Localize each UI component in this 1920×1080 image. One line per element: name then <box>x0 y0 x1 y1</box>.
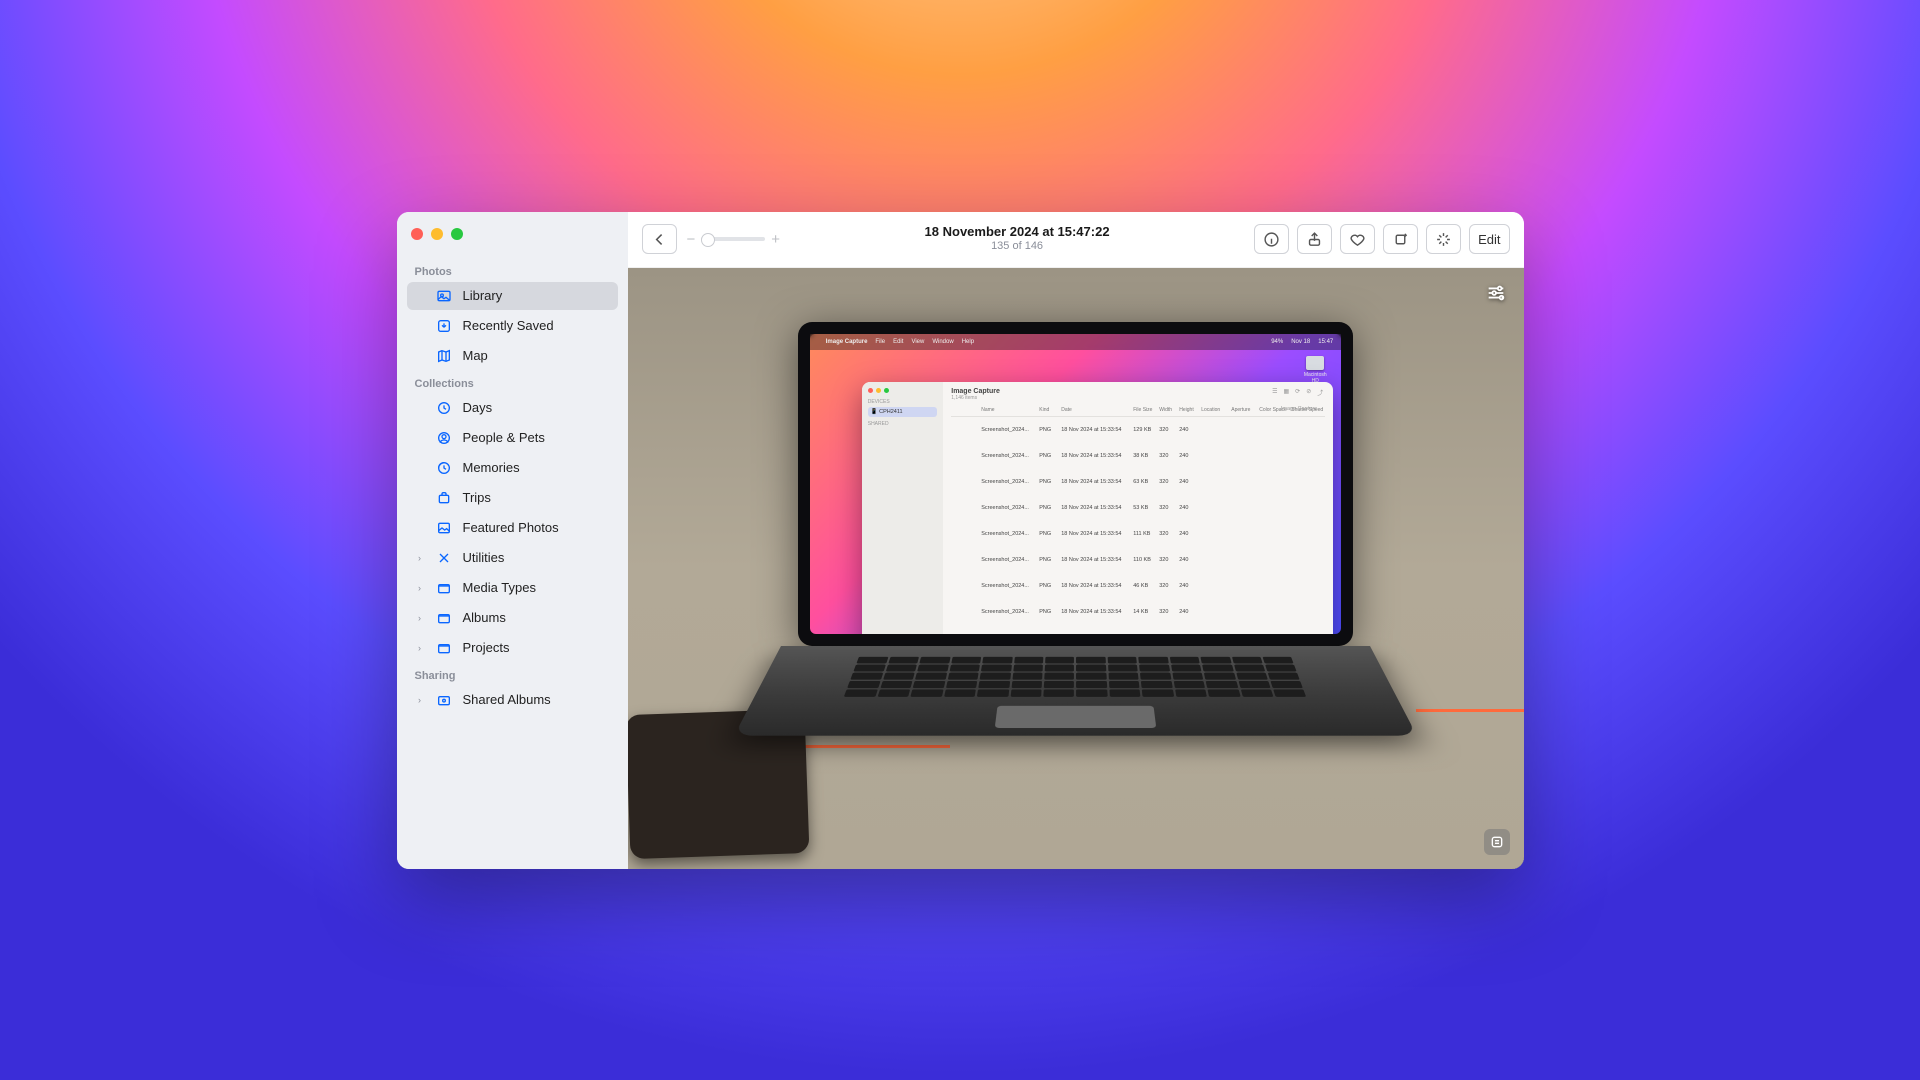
photos-window: Photos Library Recently Saved Map Collec… <box>397 212 1524 869</box>
sidebar-item-label: Shared Albums <box>463 692 551 707</box>
share-button[interactable] <box>1297 224 1332 254</box>
sidebar-item-map[interactable]: Map <box>407 342 618 370</box>
photo-icon <box>435 519 453 537</box>
sidebar-item-memories[interactable]: Memories <box>407 454 618 482</box>
ic-device: 📱 CPH2411 <box>868 407 938 417</box>
zoom-slider[interactable] <box>701 237 765 241</box>
sidebar-item-label: Days <box>463 400 493 415</box>
section-sharing: Sharing <box>407 664 618 684</box>
laptop-screen: Image Capture File Edit View Window Help… <box>798 322 1354 646</box>
shared-folder-icon <box>435 691 453 709</box>
table-row: Screenshot_2024...PNG18 Nov 2024 at 15:3… <box>951 599 1325 625</box>
ic-columns: Name Kind Date File Size Width Height Lo… <box>951 401 1325 417</box>
sidebar-item-label: Memories <box>463 460 520 475</box>
zoom-in-icon[interactable]: + <box>771 231 780 248</box>
sidebar-item-albums[interactable]: ›Albums <box>407 604 618 632</box>
ic-rows: Screenshot_2024...PNG18 Nov 2024 at 15:3… <box>951 417 1325 634</box>
notch <box>1040 322 1110 334</box>
library-icon <box>435 287 453 305</box>
favorite-button[interactable] <box>1340 224 1375 254</box>
back-button[interactable] <box>642 224 677 254</box>
clock-icon <box>435 399 453 417</box>
minimize-button[interactable] <box>431 228 443 240</box>
title-block: 18 November 2024 at 15:47:22 135 of 146 <box>790 224 1244 254</box>
cable-right <box>1416 672 1524 712</box>
sidebar-item-days[interactable]: Days <box>407 394 618 422</box>
folder-icon <box>435 639 453 657</box>
sidebar-item-recently-saved[interactable]: Recently Saved <box>407 312 618 340</box>
sidebar-item-library[interactable]: Library <box>407 282 618 310</box>
photo-content: Image Capture File Edit View Window Help… <box>628 268 1524 869</box>
enhance-button[interactable] <box>1426 224 1461 254</box>
memories-icon <box>435 459 453 477</box>
ic-view-controls: ☰▦⟳⊘⤴ <box>1272 388 1323 397</box>
sidebar-item-shared-albums[interactable]: ›Shared Albums <box>407 686 618 714</box>
sidebar-item-label: Trips <box>463 490 491 505</box>
section-photos: Photos <box>407 260 618 280</box>
toolbar: − + 18 November 2024 at 15:47:22 135 of … <box>628 212 1524 268</box>
rotate-button[interactable] <box>1383 224 1418 254</box>
zoom-button[interactable] <box>451 228 463 240</box>
sidebar-item-label: Projects <box>463 640 510 655</box>
zoom-control[interactable]: − + <box>687 231 781 248</box>
inner-menubar: Image Capture File Edit View Window Help… <box>810 334 1342 350</box>
sidebar-item-label: Map <box>463 348 488 363</box>
sidebar: Photos Library Recently Saved Map Collec… <box>397 212 628 869</box>
table-row: Screenshot_2024...PNG18 Nov 2024 at 15:3… <box>951 573 1325 599</box>
table-row: Screenshot_2024...PNG18 Nov 2024 at 15:3… <box>951 547 1325 573</box>
sidebar-item-label: Library <box>463 288 503 303</box>
download-icon <box>435 317 453 335</box>
adjust-overlay-button[interactable] <box>1482 282 1510 304</box>
table-row: Screenshot_2024...PNG18 Nov 2024 at 15:3… <box>951 521 1325 547</box>
folder-icon <box>435 609 453 627</box>
person-icon <box>435 429 453 447</box>
map-icon <box>435 347 453 365</box>
live-text-button[interactable] <box>1484 829 1510 855</box>
photo-viewer[interactable]: Image Capture File Edit View Window Help… <box>628 268 1524 869</box>
ic-main: ☰▦⟳⊘⤴ Image Capture 1,146 items Image Ca… <box>943 382 1333 634</box>
photo-title: 18 November 2024 at 15:47:22 <box>790 224 1244 240</box>
sidebar-item-featured-photos[interactable]: Featured Photos <box>407 514 618 542</box>
sidebar-item-label: Recently Saved <box>463 318 554 333</box>
sidebar-item-label: Albums <box>463 610 506 625</box>
sidebar-item-label: People & Pets <box>463 430 545 445</box>
table-row: Screenshot_2024...PNG18 Nov 2024 at 15:3… <box>951 625 1325 634</box>
sidebar-item-trips[interactable]: Trips <box>407 484 618 512</box>
image-capture-window: DEVICES 📱 CPH2411 SHARED ☰▦⟳⊘⤴ Image Cap… <box>862 382 1334 634</box>
table-row: Screenshot_2024...PNG18 Nov 2024 at 15:3… <box>951 469 1325 495</box>
folder-icon <box>435 579 453 597</box>
table-row: Screenshot_2024...PNG18 Nov 2024 at 15:3… <box>951 495 1325 521</box>
close-button[interactable] <box>411 228 423 240</box>
table-row: Screenshot_2024...PNG18 Nov 2024 at 15:3… <box>951 443 1325 469</box>
macintosh-hd-icon: Macintosh HD <box>1301 356 1329 384</box>
ic-sidebar: DEVICES 📱 CPH2411 SHARED <box>862 382 944 634</box>
tools-icon <box>435 549 453 567</box>
laptop-prop: Image Capture File Edit View Window Help… <box>798 322 1354 845</box>
sidebar-item-media-types[interactable]: ›Media Types <box>407 574 618 602</box>
main-area: − + 18 November 2024 at 15:47:22 135 of … <box>628 212 1524 869</box>
laptop-keyboard <box>734 646 1417 736</box>
table-row: Screenshot_2024...PNG18 Nov 2024 at 15:3… <box>951 417 1325 443</box>
sidebar-item-label: Utilities <box>463 550 505 565</box>
sidebar-item-label: Media Types <box>463 580 536 595</box>
zoom-out-icon[interactable]: − <box>687 231 696 248</box>
edit-button[interactable]: Edit <box>1469 224 1509 254</box>
info-button[interactable] <box>1254 224 1289 254</box>
suitcase-icon <box>435 489 453 507</box>
window-controls <box>407 224 618 258</box>
sidebar-item-people-pets[interactable]: People & Pets <box>407 424 618 452</box>
sidebar-item-utilities[interactable]: ›Utilities <box>407 544 618 572</box>
sidebar-item-label: Featured Photos <box>463 520 559 535</box>
photo-counter: 135 of 146 <box>790 240 1244 254</box>
sidebar-item-projects[interactable]: ›Projects <box>407 634 618 662</box>
section-collections: Collections <box>407 372 618 392</box>
